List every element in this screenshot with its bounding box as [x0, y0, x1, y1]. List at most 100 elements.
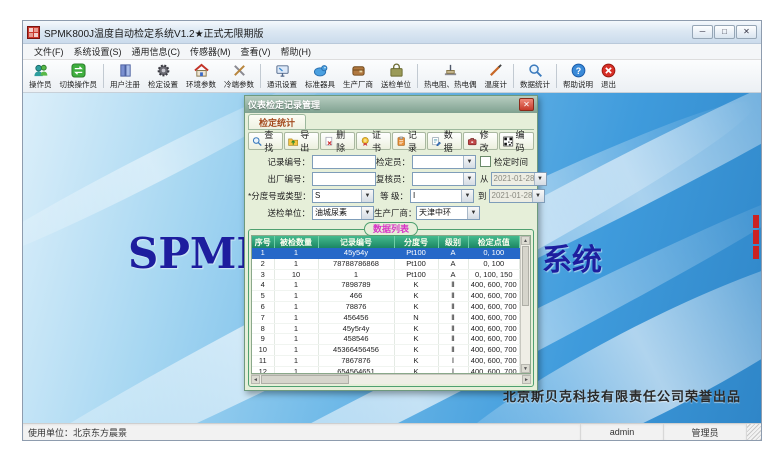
- vertical-scroll-thumb[interactable]: [522, 246, 529, 306]
- user-register-button[interactable]: 用户注册: [106, 61, 144, 91]
- table-cell: 8: [252, 323, 274, 334]
- dialog-button-label: 数据: [444, 128, 458, 154]
- table-row[interactable]: 417898789KⅡ400, 600, 700: [252, 280, 520, 291]
- table-row[interactable]: 8145y5r4yKⅡ400, 600, 700: [252, 323, 520, 334]
- record-number-input[interactable]: [312, 155, 376, 169]
- table-row[interactable]: 71456456NⅡ400, 600, 700: [252, 312, 520, 323]
- grade-label: 等 级：: [374, 190, 408, 202]
- factory-number-input[interactable]: [312, 172, 376, 186]
- chevron-down-icon[interactable]: ▼: [463, 156, 475, 168]
- inspection-unit-combo[interactable]: 油城尿素▼: [312, 206, 374, 220]
- dialog-button-label: 删除: [336, 128, 350, 154]
- table-row[interactable]: 121654564651KⅠ400, 600, 700: [252, 366, 520, 373]
- menu-item[interactable]: 通用信息(C): [127, 44, 186, 59]
- toolbar-button-label: 环境参数: [186, 79, 216, 90]
- record-button[interactable]: 记录: [392, 132, 427, 150]
- menu-item[interactable]: 文件(F): [29, 44, 69, 59]
- dialog-title-bar[interactable]: 仪表检定记录管理 ✕: [245, 96, 537, 113]
- inspection-unit-button[interactable]: 送检单位: [377, 61, 415, 91]
- scroll-up-icon[interactable]: ▲: [521, 236, 530, 245]
- table-body: 1145y54yPt100A0, 1002178788786868Pt100A0…: [252, 248, 520, 373]
- table-cell: Pt100: [394, 269, 438, 280]
- time-filter-checkbox[interactable]: [480, 156, 491, 167]
- maximize-button[interactable]: □: [714, 25, 735, 39]
- table-cell: 1: [274, 312, 318, 323]
- export-button[interactable]: 导出: [284, 132, 319, 150]
- table-header-row: 序号被检数量记录编号分度号级别检定点值: [252, 236, 520, 248]
- menu-item[interactable]: 帮助(H): [276, 44, 317, 59]
- status-role: 管理员: [664, 424, 747, 440]
- toolbar-button-label: 送检单位: [381, 79, 411, 90]
- switch-operator-button[interactable]: 切换操作员: [56, 61, 102, 91]
- reviewer-combo[interactable]: ▼: [412, 172, 476, 186]
- title-bar[interactable]: SPMK800J温度自动检定系统V1.2★正式无限期版 ─ □ ✕: [23, 21, 761, 44]
- table-row[interactable]: 3101Pt100A0, 100, 150: [252, 269, 520, 280]
- menu-item[interactable]: 传感器(M): [185, 44, 236, 59]
- table-row[interactable]: 10145366456456KⅡ400, 600, 700: [252, 345, 520, 356]
- thermal-sensor-button[interactable]: 热电阻、热电偶: [420, 61, 481, 91]
- type-combo[interactable]: S▼: [312, 189, 374, 203]
- table-row[interactable]: 1145y54yPt100A0, 100: [252, 248, 520, 258]
- column-header[interactable]: 检定点值: [468, 236, 520, 248]
- table-row[interactable]: 6178876KⅡ400, 600, 700: [252, 301, 520, 312]
- horizontal-scrollbar[interactable]: ◄ ►: [251, 374, 531, 384]
- column-header[interactable]: 分度号: [394, 236, 438, 248]
- table-row[interactable]: 1117867876KⅠ400, 600, 700: [252, 355, 520, 366]
- modify-button[interactable]: 修改: [463, 132, 498, 150]
- chevron-down-icon[interactable]: ▼: [532, 190, 544, 202]
- operator-button[interactable]: 操作员: [25, 61, 56, 91]
- data-statistics-button[interactable]: 数据统计: [516, 61, 554, 91]
- help-button[interactable]: ?帮助说明: [559, 61, 597, 91]
- cold-junction-params-button[interactable]: 冷端参数: [220, 61, 258, 91]
- environment-params-button[interactable]: 环境参数: [182, 61, 220, 91]
- tab-statistics[interactable]: 检定统计: [248, 114, 306, 129]
- grade-combo[interactable]: I▼: [410, 189, 474, 203]
- menu-item[interactable]: 系统设置(S): [69, 44, 127, 59]
- vertical-scrollbar[interactable]: ▲ ▼: [520, 236, 530, 373]
- dialog-button-label: 导出: [300, 128, 314, 154]
- manufacturer-button[interactable]: 生产厂商: [339, 61, 377, 91]
- chevron-down-icon[interactable]: ▼: [361, 207, 373, 219]
- find-icon: [252, 135, 262, 148]
- menu-item[interactable]: 查看(V): [236, 44, 276, 59]
- calibration-settings-button[interactable]: 检定设置: [144, 61, 182, 91]
- comm-settings-button[interactable]: 通讯设置: [263, 61, 301, 91]
- table-row[interactable]: 2178788786868Pt100A0, 100: [252, 258, 520, 269]
- table-row[interactable]: 51466KⅡ400, 600, 700: [252, 291, 520, 302]
- column-header[interactable]: 序号: [252, 236, 274, 248]
- encode-button[interactable]: 编码: [499, 132, 534, 150]
- column-header[interactable]: 级别: [438, 236, 468, 248]
- exit-button[interactable]: 退出: [597, 61, 620, 91]
- form-row: *分度号或类型： S▼ 等 级： I▼ 到 2021-01-28▼: [248, 187, 534, 204]
- column-header[interactable]: 记录编号: [318, 236, 394, 248]
- table-cell: 400, 600, 700: [468, 312, 520, 323]
- table-cell: 456456: [318, 312, 394, 323]
- minimize-button[interactable]: ─: [692, 25, 713, 39]
- data-button[interactable]: 数据: [427, 132, 462, 150]
- thermometer-button[interactable]: 温度计: [481, 61, 512, 91]
- scroll-left-icon[interactable]: ◄: [251, 375, 260, 384]
- chevron-down-icon[interactable]: ▼: [463, 173, 475, 185]
- manufacturer-combo[interactable]: 天津中环▼: [416, 206, 480, 220]
- close-button[interactable]: ✕: [736, 25, 757, 39]
- date-to-combo[interactable]: 2021-01-28▼: [489, 189, 545, 203]
- delete-button[interactable]: 删除: [320, 132, 355, 150]
- chevron-down-icon[interactable]: ▼: [534, 173, 546, 185]
- chevron-down-icon[interactable]: ▼: [467, 207, 479, 219]
- standard-instruments-button[interactable]: 标准器具: [301, 61, 339, 91]
- certificate-button[interactable]: 证书: [356, 132, 391, 150]
- column-header[interactable]: 被检数量: [274, 236, 318, 248]
- table-row[interactable]: 91458546KⅡ400, 600, 700: [252, 334, 520, 345]
- resize-grip[interactable]: [747, 424, 761, 440]
- date-from-combo[interactable]: 2021-01-28▼: [491, 172, 547, 186]
- dialog-button-label: 证书: [372, 128, 386, 154]
- table-cell: 458546: [318, 334, 394, 345]
- scroll-right-icon[interactable]: ►: [522, 375, 531, 384]
- chevron-down-icon[interactable]: ▼: [461, 190, 473, 202]
- find-button[interactable]: 查找: [248, 132, 283, 150]
- horizontal-scroll-thumb[interactable]: [261, 375, 349, 384]
- verifier-combo[interactable]: ▼: [412, 155, 476, 169]
- chevron-down-icon[interactable]: ▼: [361, 190, 373, 202]
- dialog-close-icon[interactable]: ✕: [519, 98, 534, 111]
- scroll-down-icon[interactable]: ▼: [521, 364, 530, 373]
